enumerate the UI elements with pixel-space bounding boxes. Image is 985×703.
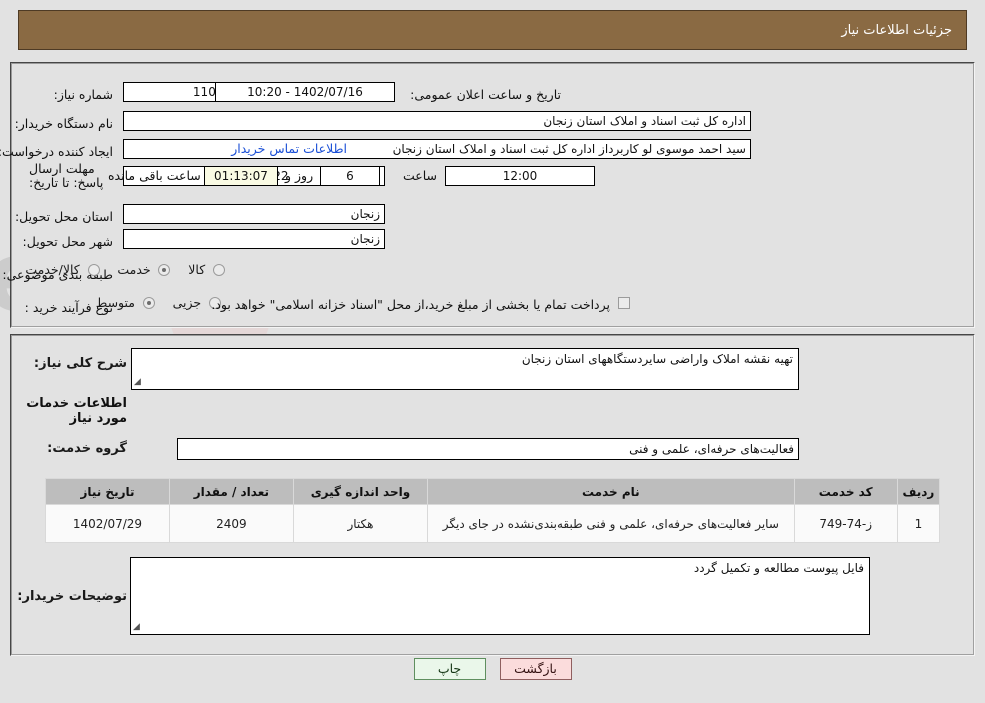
action-buttons: بازگشت چاپ: [0, 658, 985, 680]
col-service-code: کد خدمت: [793, 478, 898, 505]
process-radio-motevaset[interactable]: [142, 296, 155, 309]
deadline-label: مهلت ارسال پاسخ: تا تاریخ:: [29, 161, 104, 190]
general-description-textarea[interactable]: تهیه نقشه املاک واراضی سایردستگاههای است…: [131, 348, 799, 390]
buyer-label: نام دستگاه خریدار:: [14, 115, 113, 131]
treasury-bond-checkbox[interactable]: [618, 297, 630, 309]
category-radio-kala[interactable]: [213, 263, 225, 276]
back-button[interactable]: بازگشت: [499, 658, 572, 680]
category-label-khedmat: خدمت: [117, 262, 151, 277]
buyer-label-row: نام دستگاه خریدار:: [9, 111, 113, 135]
cell-service-code: ز-74-749: [793, 504, 898, 543]
creator-label-row: ایجاد کننده درخواست:: [0, 139, 113, 163]
category-radio-khedmat[interactable]: [158, 263, 171, 276]
delivery-province-field[interactable]: زنجان: [123, 204, 385, 224]
service-group-field[interactable]: فعالیت‌های حرفه‌ای، علمی و فنی: [177, 438, 799, 460]
process-label-motevaset: متوسط: [95, 295, 135, 310]
buyer-notes-value: فایل پیوست مطالعه و تکمیل گردد: [693, 561, 864, 575]
need-number-row: شماره نیاز:: [48, 82, 113, 106]
buyer-notes-textarea[interactable]: فایل پیوست مطالعه و تکمیل گردد ◣: [130, 557, 870, 635]
table-row: 1 ز-74-749 سایر فعالیت‌های حرفه‌ای، علمی…: [45, 504, 941, 543]
need-number-label: شماره نیاز:: [53, 86, 113, 102]
buyer-contact-link[interactable]: اطلاعات تماس خریدار: [231, 141, 347, 156]
col-radif: ردیف: [896, 478, 941, 505]
col-unit: واحد اندازه گیری: [292, 478, 429, 505]
province-label-row: استان محل تحویل:: [9, 204, 113, 228]
process-label-jozei: جزیی: [172, 295, 202, 310]
page-title: جزئیات اطلاعات نیاز: [841, 22, 952, 38]
treasury-bond-note: پرداخت تمام یا بخشی از مبلغ خرید،از محل …: [211, 297, 610, 312]
announce-date-label: تاریخ و ساعت اعلان عمومی:: [410, 86, 561, 102]
table-header-row: ردیف کد خدمت نام خدمت واحد اندازه گیری ت…: [45, 478, 941, 505]
category-radio-group: کالا خدمت کالا/خدمت: [11, 262, 225, 277]
page-root: AriaTender.net جزئیات اطلاعات نیاز شماره…: [0, 0, 985, 703]
resize-grip-icon-notes[interactable]: ◣: [133, 622, 143, 633]
delivery-city-field[interactable]: زنجان: [123, 229, 385, 249]
remaining-time-countdown: 01:13:07: [204, 166, 278, 186]
delivery-province-label: استان محل تحویل:: [14, 208, 113, 224]
cell-radif: 1: [896, 504, 941, 543]
category-label-kala: کالا: [188, 262, 206, 277]
resize-grip-icon[interactable]: ◣: [134, 377, 144, 388]
delivery-city-label: شهر محل تحویل:: [22, 233, 113, 249]
deadline-hour-label: ساعت: [402, 168, 437, 183]
category-label-kala-khedmat: کالا/خدمت: [25, 262, 80, 277]
creator-label: ایجاد کننده درخواست:: [0, 143, 113, 159]
remaining-days-unit: روز و: [285, 168, 314, 183]
service-group-label: گروه خدمت:: [47, 441, 127, 456]
remaining-time-unit: ساعت باقی مانده: [108, 168, 201, 183]
general-description-label: شرح کلی نیاز:: [33, 356, 127, 371]
cell-unit: هکتار: [292, 504, 429, 543]
services-section-heading: اطلاعات خدمات مورد نیاز: [26, 396, 127, 426]
print-button[interactable]: چاپ: [413, 658, 486, 680]
announce-date-field[interactable]: 1402/07/16 - 10:20: [215, 82, 395, 102]
remaining-days-field[interactable]: 6: [320, 166, 380, 186]
city-label-row: شهر محل تحویل:: [17, 229, 113, 253]
cell-need-date: 1402/07/29: [45, 504, 170, 543]
buyer-notes-label: توضیحات خریدار:: [17, 589, 127, 604]
process-radio-group: جزیی متوسط: [82, 295, 221, 310]
col-quantity: تعداد / مقدار: [168, 478, 294, 505]
deadline-hour-field[interactable]: 12:00: [445, 166, 595, 186]
deadline-label-row: مهلت ارسال پاسخ: تا تاریخ:: [23, 162, 113, 196]
category-radio-kala-khedmat[interactable]: [87, 263, 100, 276]
page-title-bar: جزئیات اطلاعات نیاز: [18, 10, 967, 50]
general-description-value: تهیه نقشه املاک واراضی سایردستگاههای است…: [521, 352, 793, 366]
cell-quantity: 2409: [168, 504, 294, 543]
col-need-date: تاریخ نیاز: [45, 478, 170, 505]
col-service-name: نام خدمت: [427, 478, 795, 505]
announce-label-row: تاریخ و ساعت اعلان عمومی:: [404, 82, 561, 106]
cell-service-name: سایر فعالیت‌های حرفه‌ای، علمی و فنی طبقه…: [427, 504, 795, 543]
buyer-field[interactable]: اداره کل ثبت اسناد و املاک استان زنجان: [123, 111, 751, 131]
services-table: ردیف کد خدمت نام خدمت واحد اندازه گیری ت…: [45, 478, 941, 543]
